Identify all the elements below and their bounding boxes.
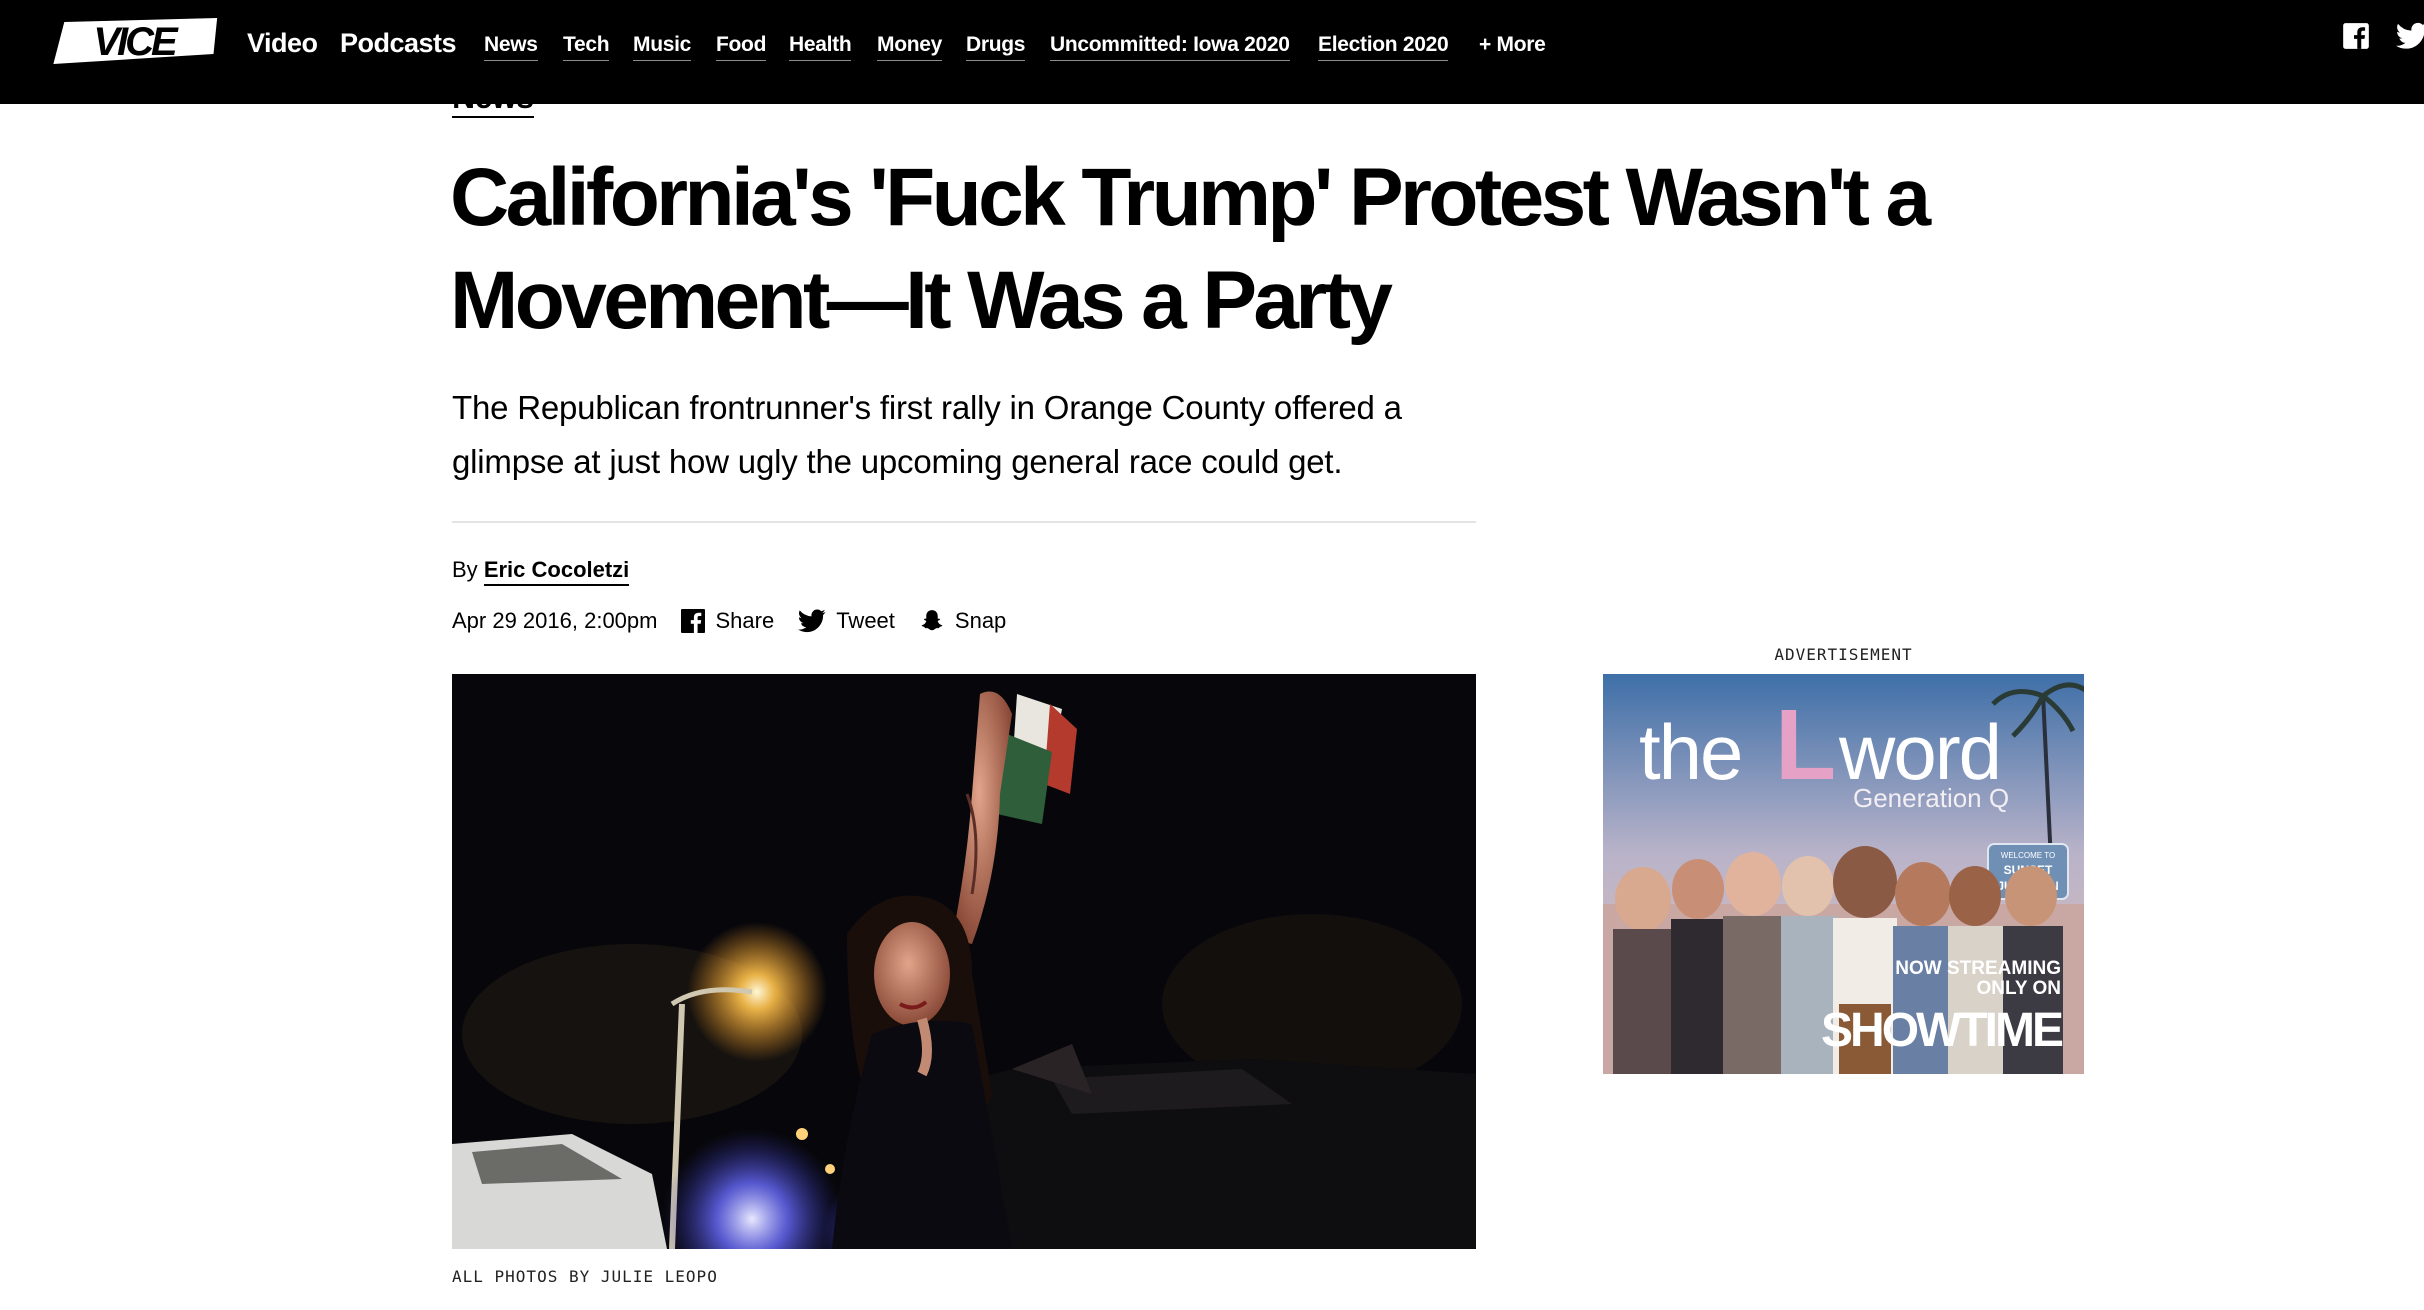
headline-line-1: California's 'Fuck Trump' Protest Wasn't… <box>450 152 1931 243</box>
svg-text:NOW STREAMING: NOW STREAMING <box>1895 958 2061 979</box>
hero-photo-illustration <box>452 674 1476 1249</box>
divider <box>452 521 1476 523</box>
svg-text:ONLY ON: ONLY ON <box>1977 978 2061 999</box>
share-snapchat-button[interactable]: Snap <box>919 608 1006 634</box>
svg-text:the: the <box>1639 708 1741 796</box>
svg-text:VICE: VICE <box>93 20 179 64</box>
nav-uncommitted-iowa[interactable]: Uncommitted: Iowa 2020 <box>1050 33 1290 61</box>
top-nav: VICE Video Podcasts News Tech Music Food… <box>0 0 2424 104</box>
nav-podcasts[interactable]: Podcasts <box>340 28 457 59</box>
svg-text:Generation Q: Generation Q <box>1853 783 2009 813</box>
nav-food[interactable]: Food <box>716 33 766 61</box>
nav-money[interactable]: Money <box>877 33 942 61</box>
byline-prefix: By <box>452 557 478 582</box>
nav-election-2020[interactable]: Election 2020 <box>1318 33 1449 61</box>
share-facebook-label: Share <box>715 608 775 633</box>
photo-caption: ALL PHOTOS BY JULIE LEOPO <box>452 1267 718 1286</box>
twitter-icon[interactable] <box>2396 22 2424 55</box>
svg-text:L: L <box>1775 689 1836 801</box>
ad-banner[interactable]: WELCOME TO SUNSET JUNCTION the L word Ge… <box>1603 674 2084 1074</box>
publish-date: Apr 29 2016, 2:00pm <box>452 608 658 633</box>
share-twitter-button[interactable]: Tweet <box>798 608 895 634</box>
snapchat-icon <box>921 610 943 631</box>
nav-video[interactable]: Video <box>247 28 318 59</box>
nav-news[interactable]: News <box>484 33 538 61</box>
nav-tech[interactable]: Tech <box>563 33 610 61</box>
svg-text:SHOWTIME: SHOWTIME <box>1821 1004 2063 1057</box>
article-dek: The Republican frontrunner's first rally… <box>452 381 1532 489</box>
share-snapchat-label: Snap <box>954 608 1007 633</box>
author-link[interactable]: Eric Cocoletzi <box>483 557 630 586</box>
dek-line-1: The Republican frontrunner's first rally… <box>452 389 1402 426</box>
ad-label: ADVERTISEMENT <box>1774 645 1913 664</box>
article-meta: Apr 29 2016, 2:00pm Share Tweet Snap <box>452 608 1006 634</box>
facebook-icon[interactable] <box>2342 22 2370 55</box>
nav-music[interactable]: Music <box>633 33 691 61</box>
hero-photo <box>452 674 1476 1249</box>
ad-artwork: WELCOME TO SUNSET JUNCTION the L word Ge… <box>1603 674 2084 1074</box>
headline: California's 'Fuck Trump' Protest Wasn't… <box>450 146 2010 352</box>
nav-drugs[interactable]: Drugs <box>966 33 1025 61</box>
headline-line-2: Movement—It Was a Party <box>450 255 1393 346</box>
facebook-icon <box>681 609 706 633</box>
svg-text:WELCOME TO: WELCOME TO <box>2001 851 2055 860</box>
dek-line-2: glimpse at just how ugly the upcoming ge… <box>452 443 1343 480</box>
byline: By Eric Cocoletzi <box>452 557 630 586</box>
share-facebook-button[interactable]: Share <box>681 608 774 634</box>
nav-health[interactable]: Health <box>789 33 852 61</box>
vice-logo[interactable]: VICE <box>50 14 218 68</box>
nav-more[interactable]: + More <box>1479 33 1546 60</box>
twitter-icon <box>798 609 826 633</box>
share-twitter-label: Tweet <box>836 608 895 633</box>
